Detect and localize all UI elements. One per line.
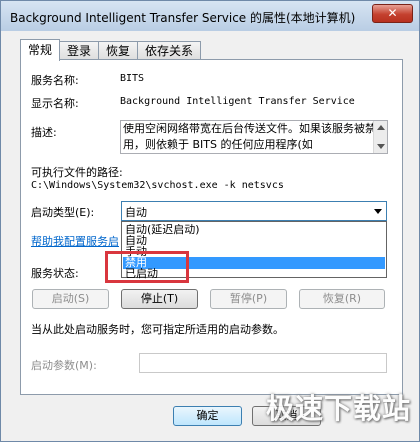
display-name-label: 显示名称:	[31, 97, 79, 110]
tab-logon[interactable]: 登录	[59, 41, 100, 61]
close-button[interactable]: ✕	[372, 4, 413, 23]
display-name-value: Background Intelligent Transfer Service	[120, 96, 355, 107]
watermark-logo: 极速下载站	[265, 392, 411, 425]
resume-button[interactable]: 恢复(R)	[299, 289, 385, 309]
red-highlight-box	[105, 251, 189, 283]
help-configure-link[interactable]: 帮助我配置服务启	[31, 233, 119, 249]
start-params-hint: 当从此处启动服务时，您可指定所适用的启动参数。	[31, 323, 284, 336]
ok-button[interactable]: 确定	[173, 406, 242, 426]
startup-type-value: 自动	[125, 206, 147, 219]
service-status-label: 服务状态:	[31, 267, 79, 280]
title-bar[interactable]: Background Intelligent Transfer Service …	[1, 1, 419, 31]
scroll-down-icon[interactable]	[377, 144, 385, 149]
startup-type-label: 启动类型(E):	[31, 206, 95, 219]
general-panel: 服务名称: BITS 显示名称: Background Intelligent …	[20, 59, 403, 395]
tab-dependencies[interactable]: 依存关系	[137, 41, 202, 61]
start-params-label: 启动参数(M):	[31, 359, 97, 372]
description-box[interactable]: 使用空闲网络带宽在后台传送文件。如果该服务被禁用，则依赖于 BITS 的任何应用…	[120, 120, 388, 154]
exe-path-value: C:\Windows\System32\svchost.exe -k netsv…	[31, 180, 284, 191]
start-button[interactable]: 启动(S)	[32, 289, 109, 309]
description-scrollbar[interactable]	[373, 121, 387, 153]
start-params-input[interactable]	[139, 353, 387, 373]
tab-general[interactable]: 常规	[20, 39, 61, 61]
scroll-up-icon[interactable]	[377, 125, 385, 130]
description-label: 描述:	[31, 126, 57, 139]
description-text: 使用空闲网络带宽在后台传送文件。如果该服务被禁用，则依赖于 BITS 的任何应用…	[123, 122, 376, 151]
close-icon: ✕	[387, 6, 398, 20]
tab-strip: 常规 登录 恢复 依存关系	[20, 39, 202, 61]
properties-window: Background Intelligent Transfer Service …	[0, 0, 420, 442]
service-name-label: 服务名称:	[31, 74, 79, 87]
startup-type-select[interactable]: 自动	[121, 201, 387, 221]
chevron-down-icon[interactable]	[374, 209, 382, 214]
tab-recovery[interactable]: 恢复	[98, 41, 139, 61]
stop-button[interactable]: 停止(T)	[121, 289, 198, 309]
window-title: Background Intelligent Transfer Service …	[10, 11, 356, 25]
pause-button[interactable]: 暂停(P)	[210, 289, 287, 309]
service-name-value: BITS	[120, 73, 145, 84]
exe-path-label: 可执行文件的路径:	[31, 166, 123, 179]
